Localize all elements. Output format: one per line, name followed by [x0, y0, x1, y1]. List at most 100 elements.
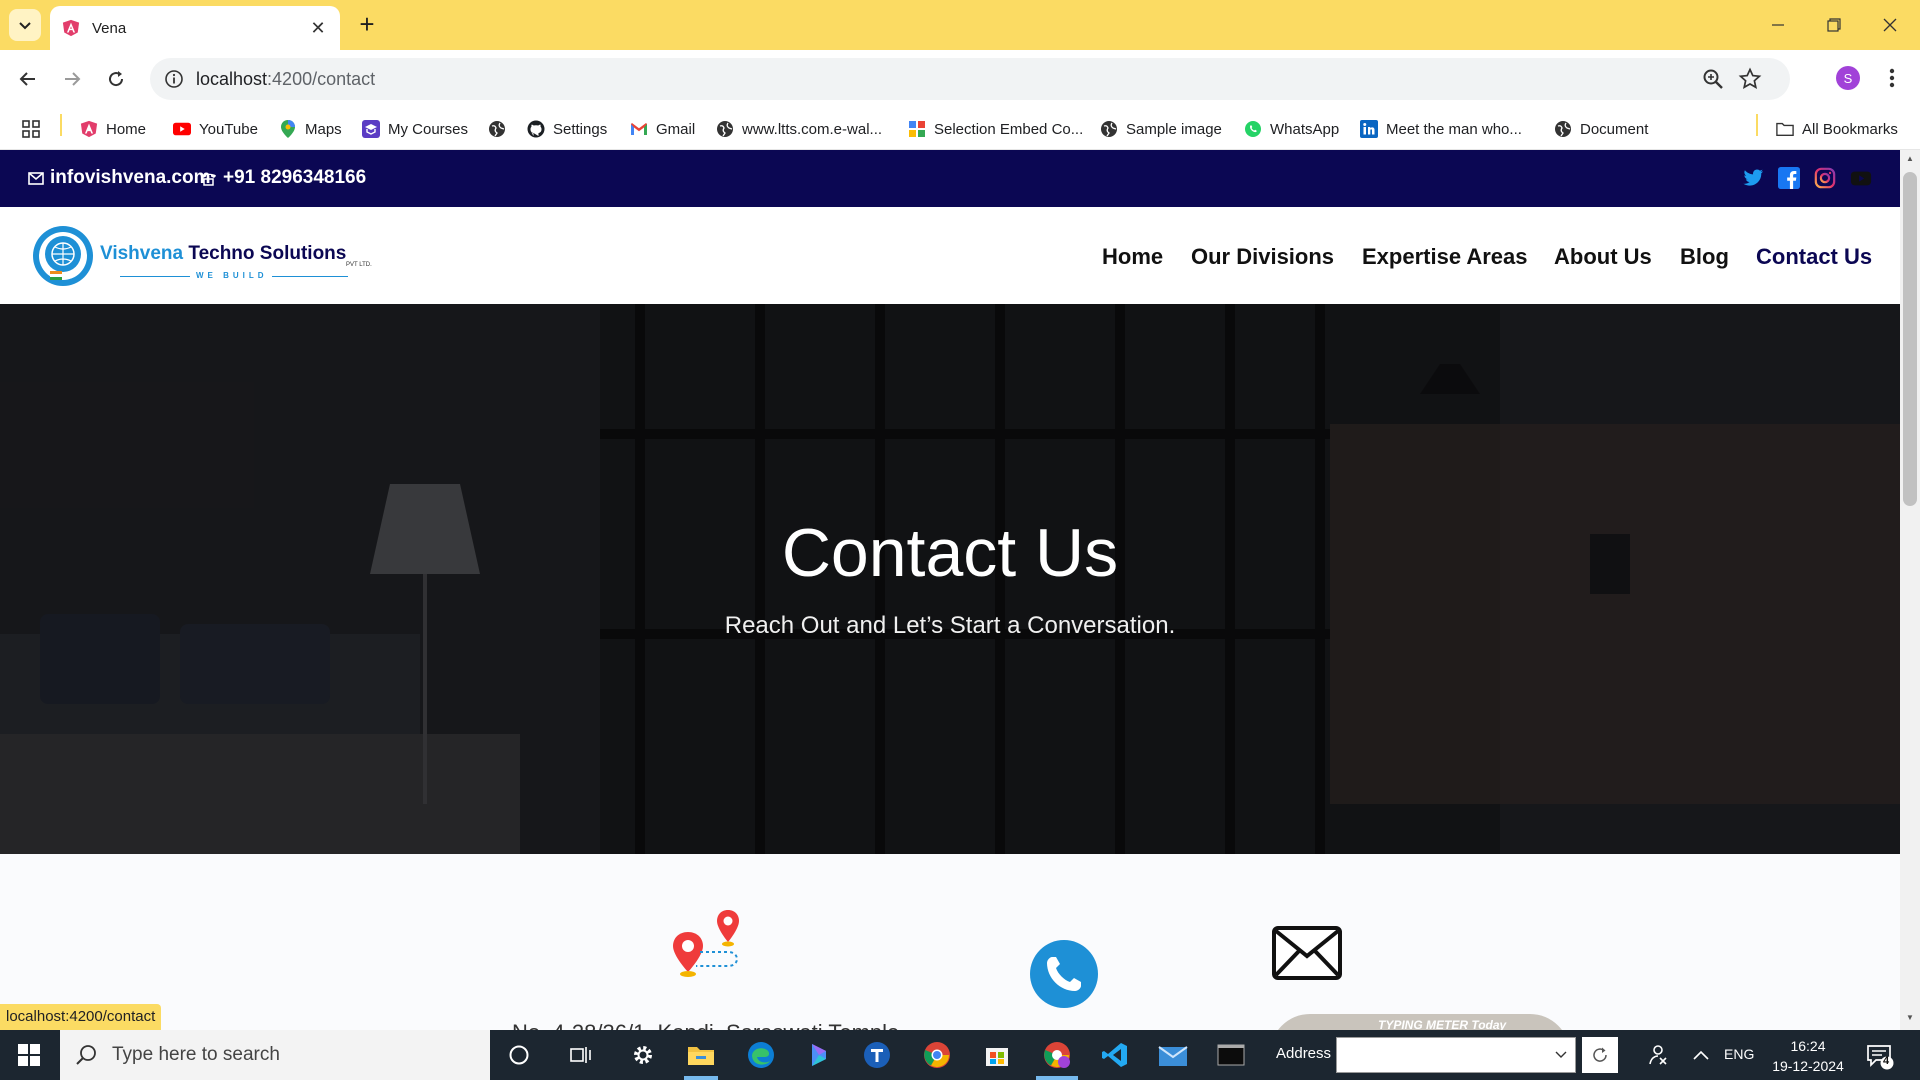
bookmark-star-icon[interactable]: [1738, 67, 1762, 91]
nav-expertise-areas[interactable]: Expertise Areas: [1362, 244, 1528, 270]
bookmark-youtube[interactable]: YouTube: [173, 117, 258, 141]
logo-wordmark[interactable]: Vishvena Techno Solutions: [100, 243, 346, 265]
bookmark-maps[interactable]: Maps: [279, 117, 342, 141]
people-button[interactable]: [1640, 1038, 1674, 1072]
bookmark-globe[interactable]: [488, 117, 514, 141]
bookmark-settings[interactable]: Settings: [527, 117, 607, 141]
input-language[interactable]: ENG: [1724, 1046, 1754, 1062]
bookmark-gmail[interactable]: Gmail: [630, 117, 695, 141]
taskbar-settings[interactable]: [626, 1038, 660, 1072]
youtube-icon[interactable]: [1850, 167, 1872, 189]
nav-blog[interactable]: Blog: [1680, 244, 1729, 270]
header-email[interactable]: infovishvena.com: [28, 167, 211, 189]
address-toolbar-refresh[interactable]: [1582, 1037, 1618, 1073]
zoom-icon[interactable]: [1702, 68, 1724, 90]
taskbar-vscode[interactable]: [1098, 1038, 1132, 1072]
show-hidden-icons[interactable]: [1684, 1038, 1718, 1072]
site-info-icon[interactable]: [164, 69, 184, 89]
logo-name-first: Vishvena: [100, 243, 184, 264]
more-menu-icon[interactable]: [1882, 64, 1902, 92]
bookmark-document[interactable]: Document: [1554, 117, 1648, 141]
close-window-button[interactable]: [1862, 8, 1918, 42]
taskbar-chrome-profile[interactable]: [1040, 1038, 1074, 1072]
logo-name-second: Techno Solutions: [188, 243, 347, 264]
url-host: localhost: [196, 69, 268, 89]
nav-home[interactable]: Home: [1102, 244, 1163, 270]
bookmark-label: www.ltts.com.e-wal...: [742, 120, 883, 138]
gear-icon: [634, 1046, 652, 1064]
taskbar-file-explorer[interactable]: [684, 1038, 718, 1072]
new-tab-button[interactable]: +: [352, 10, 382, 40]
facebook-icon[interactable]: [1778, 167, 1800, 189]
linkedin-icon: [1360, 120, 1378, 138]
mail-icon: [28, 171, 44, 185]
address-text: No. 4-28/36/1, Kandi, Saraswati Temple: [512, 1020, 899, 1030]
address-bar[interactable]: localhost:4200/contact: [150, 58, 1790, 100]
clock[interactable]: 16:24 19-12-2024: [1770, 1036, 1846, 1076]
envelope-icon: [1272, 926, 1342, 980]
bookmark-home[interactable]: Home: [80, 117, 146, 141]
clock-date: 19-12-2024: [1772, 1058, 1844, 1074]
taskbar-chrome[interactable]: [920, 1038, 954, 1072]
taskbar-app-t[interactable]: [860, 1038, 894, 1072]
taskbar-mail[interactable]: [1156, 1038, 1190, 1072]
task-view-button[interactable]: [564, 1038, 598, 1072]
bookmark-my-courses[interactable]: My Courses: [362, 117, 468, 141]
scroll-down-arrow-icon[interactable]: ▼: [1906, 1013, 1914, 1022]
refresh-icon: [1593, 1047, 1607, 1062]
bookmark-label: Gmail: [656, 120, 696, 138]
contact-info-section: No. 4-28/36/1, Kandi, Saraswati Temple T…: [0, 854, 1900, 1030]
maps-pin-icon: [279, 120, 297, 138]
chevron-down-icon: [19, 22, 31, 30]
instagram-icon[interactable]: [1814, 167, 1836, 189]
taskbar-terminal[interactable]: [1214, 1038, 1248, 1072]
scrollbar-thumb[interactable]: [1903, 172, 1917, 506]
folder-icon: [1776, 120, 1794, 138]
nav-about-us[interactable]: About Us: [1554, 244, 1652, 270]
nav-contact-us[interactable]: Contact Us: [1756, 244, 1872, 270]
profile-avatar[interactable]: S: [1836, 66, 1860, 90]
bookmark-selection-embed[interactable]: Selection Embed Co...: [908, 117, 1083, 141]
globe-icon: [716, 120, 734, 138]
url-text[interactable]: localhost:4200/contact: [196, 69, 375, 90]
store-icon: [986, 1048, 1008, 1066]
back-button[interactable]: [12, 63, 44, 95]
bookmark-linkedin[interactable]: Meet the man who...: [1360, 117, 1522, 141]
tab-search-button[interactable]: [9, 9, 41, 41]
nav-our-divisions[interactable]: Our Divisions: [1191, 244, 1334, 270]
logo-tagline: WE BUILD: [196, 271, 268, 280]
taskbar-active-indicator: [684, 1076, 718, 1080]
bookmark-label: YouTube: [199, 120, 258, 138]
forward-button[interactable]: [56, 63, 88, 95]
restore-button[interactable]: [1806, 8, 1862, 42]
location-pins-icon: [673, 910, 739, 977]
tab-title: Vena: [92, 19, 127, 37]
people-icon: [1649, 1045, 1667, 1065]
bookmark-whatsapp[interactable]: WhatsApp: [1244, 117, 1339, 141]
chevron-down-icon[interactable]: [1555, 1050, 1567, 1060]
notification-center-button[interactable]: 4: [1866, 1042, 1894, 1070]
taskbar-copilot[interactable]: [802, 1038, 836, 1072]
contact-strip: infovishvena.com +91 8296348166: [0, 150, 1900, 207]
address-toolbar-input[interactable]: [1336, 1037, 1576, 1073]
scroll-up-arrow-icon[interactable]: ▲: [1906, 154, 1914, 163]
start-button[interactable]: [0, 1030, 58, 1080]
cortana-button[interactable]: [502, 1038, 536, 1072]
bookmark-ltts[interactable]: www.ltts.com.e-wal...: [716, 117, 882, 141]
apps-button[interactable]: [22, 117, 40, 141]
bookmark-label: Document: [1580, 120, 1649, 138]
header-phone[interactable]: +91 8296348166: [200, 167, 366, 189]
terminal-icon: [1217, 1044, 1245, 1066]
minimize-button[interactable]: [1750, 8, 1806, 42]
task-view-icon: [570, 1047, 591, 1063]
taskbar-edge[interactable]: [744, 1038, 778, 1072]
twitter-icon[interactable]: [1742, 167, 1764, 189]
reload-button[interactable]: [100, 63, 132, 95]
taskbar-store[interactable]: [980, 1038, 1014, 1072]
taskbar-search[interactable]: Type here to search: [60, 1030, 490, 1080]
all-bookmarks-button[interactable]: All Bookmarks: [1776, 117, 1898, 141]
logo-icon[interactable]: [30, 223, 96, 289]
close-tab-icon[interactable]: ✕: [308, 18, 328, 39]
browser-tab-active[interactable]: Vena ✕: [50, 6, 340, 50]
bookmark-sample-image[interactable]: Sample image: [1100, 117, 1222, 141]
